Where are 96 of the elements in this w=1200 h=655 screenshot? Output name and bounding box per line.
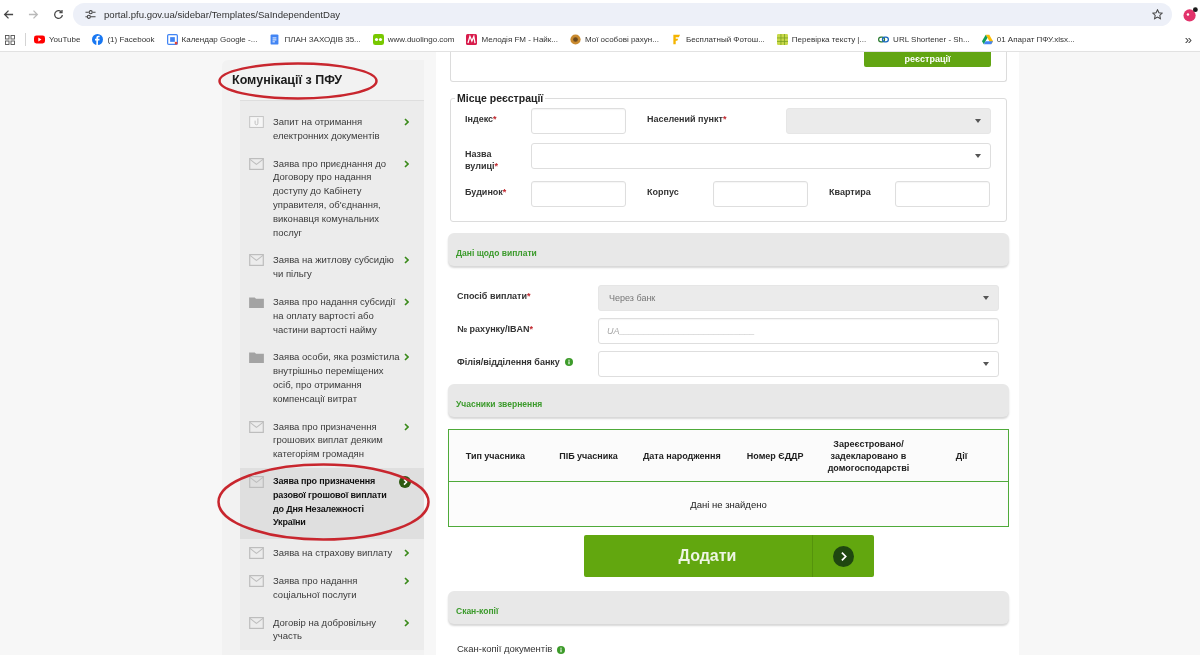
envelope-icon xyxy=(249,547,264,560)
sidebar-item[interactable]: Заява на страхову виплату xyxy=(240,539,424,567)
sidebar-title: Комунікації з ПФУ xyxy=(232,73,343,87)
envelope-icon xyxy=(249,157,264,170)
chevron-icon xyxy=(404,159,409,168)
chevron-circle-icon xyxy=(399,475,411,488)
section-title: Дані щодо виплати xyxy=(456,248,537,258)
section-title: Скан-копії xyxy=(456,606,499,616)
field-label: Квартира xyxy=(829,186,872,198)
field-label: Населений пункт* xyxy=(647,113,728,125)
profile-avatar-icon[interactable] xyxy=(1183,7,1198,22)
folder-icon xyxy=(249,351,264,364)
bookmark-link[interactable]: ПЛАН ЗАХОДІВ 35... xyxy=(269,34,361,45)
attachment-icon xyxy=(249,116,264,128)
column-header: Номер ЄДДР xyxy=(728,429,822,482)
text-field[interactable] xyxy=(531,108,626,134)
chevron-icon xyxy=(404,118,409,126)
chevron-icon xyxy=(404,576,409,585)
column-header: Дата народження xyxy=(635,429,729,482)
round-badge-icon xyxy=(569,34,581,45)
field-label: Будинок* xyxy=(465,186,508,198)
chevron-icon xyxy=(404,422,409,431)
f-logo-icon xyxy=(92,34,104,45)
envelope-icon xyxy=(249,420,264,433)
column-header: Тип учасника xyxy=(448,429,542,482)
envelope-icon xyxy=(249,574,264,587)
site-settings-icon[interactable] xyxy=(85,9,96,20)
text-field[interactable]: UA___________________________ xyxy=(598,318,999,344)
chevron-icon xyxy=(404,297,409,306)
sidebar-item[interactable]: Заява на житлову субсидію чи пільгу xyxy=(240,246,424,288)
text-field[interactable] xyxy=(713,181,808,207)
document-icon xyxy=(269,34,281,45)
link-icon xyxy=(878,34,890,45)
caret-icon xyxy=(975,119,981,123)
dropdown-field[interactable] xyxy=(598,351,999,377)
field-label: № рахунку/IBAN* xyxy=(457,323,534,335)
bookmark-link[interactable]: URL Shortener - Sh... xyxy=(878,34,970,45)
more-bookmarks-button[interactable]: » xyxy=(1184,32,1192,47)
apps-grid-icon[interactable] xyxy=(5,34,15,45)
text-field[interactable] xyxy=(895,181,990,207)
info-icon[interactable] xyxy=(564,358,573,366)
column-header: Дії xyxy=(915,429,1009,482)
bookmark-link[interactable]: Перевірка тексту |... xyxy=(776,34,867,45)
calendar-icon xyxy=(166,34,178,45)
chevron-icon xyxy=(404,618,409,627)
bookmark-link[interactable]: (1) Facebook xyxy=(92,34,155,45)
empty-message: Дані не знайдено xyxy=(448,481,1009,527)
bookmark-link[interactable]: Мої особові рахун... xyxy=(569,34,659,45)
dropdown-field[interactable] xyxy=(531,143,991,169)
field-label: Індекс* xyxy=(465,113,498,125)
sidebar-item[interactable]: Договір на добровільну участь xyxy=(240,608,424,651)
caret-icon xyxy=(983,296,989,300)
bookmark-link[interactable]: Бесплатный Фотош... xyxy=(670,34,765,45)
field-label: Корпус xyxy=(647,186,680,198)
field-label: Філія/відділення банку xyxy=(457,356,560,368)
bookmark-link[interactable]: YouTube xyxy=(34,34,81,45)
info-icon[interactable] xyxy=(557,645,566,654)
envelope-icon xyxy=(249,616,264,629)
section-title: Учасники звернення xyxy=(456,399,543,409)
chevron-circle-icon xyxy=(832,545,854,567)
column-header: ПІБ учасника xyxy=(541,429,636,482)
sidebar-item[interactable]: Заява про надання соціальної послуги xyxy=(240,566,424,609)
chevron-icon xyxy=(404,353,409,362)
field-label: Назва вулиці* xyxy=(465,148,499,172)
envelope-icon xyxy=(249,254,264,267)
letter-f-icon xyxy=(670,34,682,45)
folder-icon xyxy=(249,295,264,308)
zigzag-tile-icon xyxy=(466,34,478,45)
text-field[interactable] xyxy=(531,181,626,207)
star-icon[interactable] xyxy=(1152,9,1163,20)
field-label: Скан-копії документів xyxy=(457,643,553,654)
sidebar-item[interactable]: Заява особи, яка розмістила внутрішньо переміщених осіб, про отримання компенсації витрат xyxy=(240,343,424,413)
sidebar-item[interactable]: Заява про надання субсидії на оплату вартості або частини вартості найму xyxy=(240,287,424,344)
back-arrow-icon[interactable] xyxy=(3,9,14,20)
sidebar-item[interactable]: Запит на отримання електронних документів xyxy=(240,108,424,150)
chevron-icon xyxy=(404,549,409,558)
column-header: Зареєстровано/ задекларовано в домогосподарстві xyxy=(821,429,916,482)
caret-icon xyxy=(975,154,981,158)
bookmark-link[interactable]: 01 Апарат ПФУ.xlsx... xyxy=(981,34,1075,45)
sidebar-item[interactable]: Заява про призначення грошових виплат деяким категоріям громадян xyxy=(240,412,424,468)
grid-tile-icon xyxy=(776,34,788,45)
bookmark-link[interactable]: www.duolingo.com xyxy=(372,34,455,45)
reload-icon[interactable] xyxy=(53,9,64,20)
envelope-icon xyxy=(249,475,264,488)
sidebar-item[interactable]: Заява про призначення разової грошової виплати до Дня Незалежності України xyxy=(240,467,424,540)
chevron-icon xyxy=(404,256,409,265)
fieldset-legend: Місце реєстрації xyxy=(455,92,546,104)
sidebar-item[interactable]: Заява про приєднання до Договору про надання доступу до Кабінету управителя, об'єднання, виконавця комунальних послуг xyxy=(240,149,424,247)
play-icon xyxy=(34,34,45,45)
field-label: Спосіб виплати* xyxy=(457,290,531,302)
bookmark-link[interactable]: Календар Google -... xyxy=(166,34,258,45)
bookmark-link[interactable]: Мелодія FM - Найк... xyxy=(466,34,558,45)
address-bar[interactable]: portal.pfu.gov.ua/sidebar/Templates/SaIndependentDay xyxy=(73,3,1172,26)
face-tile-icon xyxy=(372,34,384,45)
caret-icon xyxy=(983,362,989,366)
triangle-icon xyxy=(981,34,993,45)
